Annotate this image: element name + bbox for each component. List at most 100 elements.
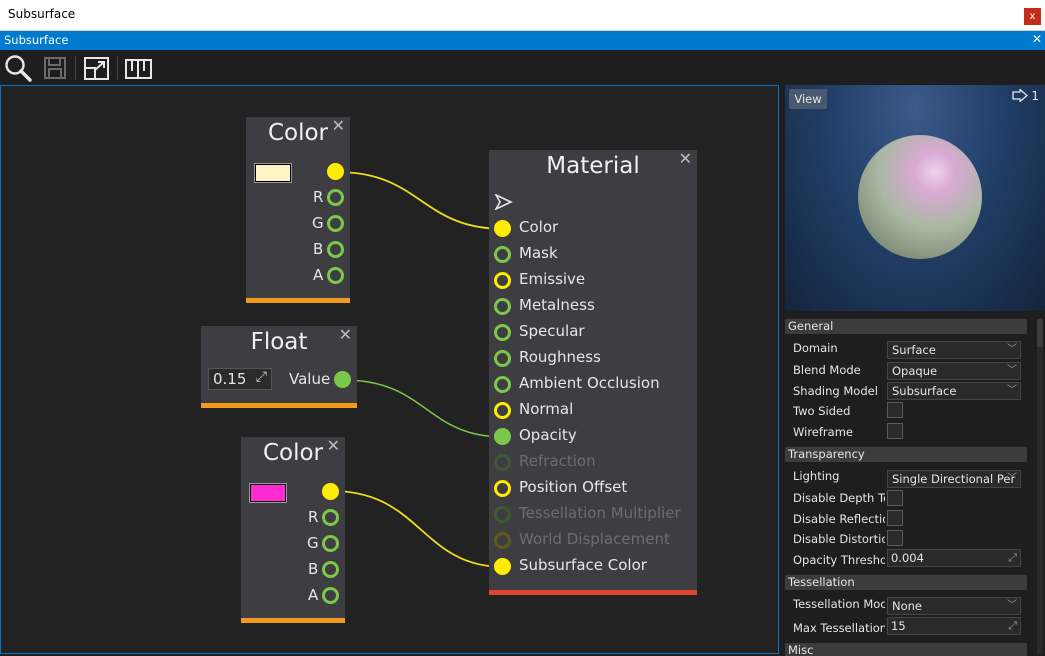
- wireframe-checkbox[interactable]: [887, 423, 903, 439]
- max-tessellation-value: 15: [891, 619, 906, 633]
- toolbar: [0, 50, 1045, 85]
- value-output-pin[interactable]: [334, 371, 351, 388]
- search-button[interactable]: [3, 53, 33, 83]
- edit-value-icon[interactable]: ⤢: [1008, 550, 1017, 566]
- material-preview[interactable]: View 1: [785, 85, 1045, 311]
- tab-subsurface[interactable]: Subsurface: [4, 33, 68, 47]
- exec-input-icon[interactable]: [495, 194, 513, 210]
- material-input-label: Subsurface Color: [519, 556, 647, 574]
- group-general-header[interactable]: General: [785, 319, 1027, 334]
- toolbar-separator: [117, 56, 118, 80]
- roughness-input-pin[interactable]: [494, 350, 511, 367]
- emissive-input-pin[interactable]: [494, 272, 511, 289]
- tessellation-mode-select[interactable]: None ﹀: [887, 597, 1021, 615]
- preview-sphere: [858, 135, 982, 259]
- refraction-input-pin[interactable]: [494, 454, 511, 471]
- r-output-pin[interactable]: [327, 189, 344, 206]
- b-output-pin[interactable]: [327, 241, 344, 258]
- node-status-bar: [201, 403, 357, 408]
- material-input-label: Metalness: [519, 296, 595, 314]
- material-input-label: Color: [519, 218, 559, 236]
- window-close-button[interactable]: x: [1024, 8, 1041, 25]
- edit-value-icon[interactable]: ⤢: [256, 369, 267, 385]
- link-float-to-material-opacity[interactable]: [343, 379, 505, 438]
- tessellation-multiplier-input-pin[interactable]: [494, 506, 511, 523]
- wireframe-label: Wireframe: [793, 425, 853, 439]
- color-swatch[interactable]: [254, 163, 292, 183]
- disable-depth-test-checkbox[interactable]: [887, 490, 903, 506]
- group-tessellation-header[interactable]: Tessellation: [785, 575, 1027, 590]
- ambient-occlusion-input-pin[interactable]: [494, 376, 511, 393]
- preview-count[interactable]: 1: [1011, 88, 1039, 103]
- edit-value-icon[interactable]: ⤢: [1008, 618, 1017, 634]
- window-title: Subsurface: [8, 7, 76, 21]
- material-input-label: Roughness: [519, 348, 601, 366]
- max-tessellation-input[interactable]: 15 ⤢: [887, 617, 1021, 635]
- world-displacement-input-pin[interactable]: [494, 532, 511, 549]
- disable-reflections-checkbox[interactable]: [887, 510, 903, 526]
- g-output-pin[interactable]: [322, 535, 339, 552]
- color-input-pin[interactable]: [494, 220, 511, 237]
- save-icon: [44, 57, 66, 79]
- float-node[interactable]: Float ✕ 0.15 ⤢ Value: [201, 325, 357, 408]
- documentation-button[interactable]: [124, 53, 154, 83]
- blend-mode-label: Blend Mode: [793, 363, 861, 377]
- mask-input-pin[interactable]: [494, 246, 511, 263]
- pin-label-b: B: [313, 240, 324, 258]
- node-close-icon[interactable]: ✕: [332, 116, 345, 135]
- node-status-bar: [241, 618, 345, 623]
- disable-reflections-label: Disable Reflectio: [793, 512, 885, 526]
- color-output-pin[interactable]: [322, 483, 339, 500]
- tab-close-icon[interactable]: ✕: [1032, 32, 1042, 46]
- color-output-pin[interactable]: [327, 163, 344, 180]
- view-button[interactable]: View: [789, 89, 827, 109]
- disable-distortion-checkbox[interactable]: [887, 530, 903, 546]
- normal-input-pin[interactable]: [494, 402, 511, 419]
- color-swatch[interactable]: [249, 483, 287, 503]
- material-node[interactable]: Material ✕ Color Mask Emissive Metalness Spe…: [489, 149, 697, 595]
- subsurface-color-input-pin[interactable]: [494, 558, 511, 575]
- node-close-icon[interactable]: ✕: [679, 149, 692, 168]
- opacity-input-pin[interactable]: [494, 428, 511, 445]
- float-value-input[interactable]: 0.15 ⤢: [208, 368, 272, 390]
- link-color2-to-material-subsurface[interactable]: [331, 490, 505, 568]
- node-graph-canvas[interactable]: Color ✕ R G B A Float ✕ 0.15 ⤢ Value Col…: [0, 85, 779, 654]
- arrow-right-icon: [1011, 88, 1028, 103]
- node-close-icon[interactable]: ✕: [339, 325, 352, 344]
- lighting-value: Single Directional Per: [892, 472, 1016, 486]
- b-output-pin[interactable]: [322, 561, 339, 578]
- r-output-pin[interactable]: [322, 509, 339, 526]
- g-output-pin[interactable]: [327, 215, 344, 232]
- position-offset-input-pin[interactable]: [494, 480, 511, 497]
- chevron-down-icon: ﹀: [1007, 344, 1017, 355]
- specular-input-pin[interactable]: [494, 324, 511, 341]
- fit-view-button[interactable]: [82, 53, 112, 83]
- group-transparency-header[interactable]: Transparency: [785, 447, 1027, 462]
- lighting-select[interactable]: Single Directional Per ﹀: [887, 470, 1021, 488]
- two-sided-checkbox[interactable]: [887, 402, 903, 418]
- group-misc-header[interactable]: Misc: [785, 643, 1027, 656]
- window-title-bar: Subsurface x: [0, 0, 1045, 31]
- blend-mode-select[interactable]: Opaque ﹀: [887, 362, 1021, 380]
- a-output-pin[interactable]: [327, 267, 344, 284]
- right-panel: View 1 General Domain Surface ﹀ Blend Mod…: [781, 85, 1045, 656]
- opacity-threshold-input[interactable]: 0.004 ⤢: [887, 549, 1021, 567]
- a-output-pin[interactable]: [322, 587, 339, 604]
- shading-model-select[interactable]: Subsurface ﹀: [887, 382, 1021, 400]
- save-button[interactable]: [40, 53, 70, 83]
- tessellation-mode-value: None: [892, 599, 923, 613]
- node-status-bar: [489, 590, 697, 595]
- properties-scrollbar[interactable]: [1037, 319, 1043, 654]
- link-color1-to-material-color[interactable]: [336, 171, 505, 230]
- color-node-1[interactable]: Color ✕ R G B A: [246, 116, 350, 303]
- two-sided-label: Two Sided: [793, 404, 851, 418]
- domain-select[interactable]: Surface ﹀: [887, 341, 1021, 359]
- shading-model-value: Subsurface: [892, 384, 957, 398]
- metalness-input-pin[interactable]: [494, 298, 511, 315]
- material-input-label: Position Offset: [519, 478, 628, 496]
- pin-label-value: Value: [289, 370, 331, 388]
- color-node-2[interactable]: Color ✕ R G B A: [241, 436, 345, 623]
- chevron-down-icon: ﹀: [1007, 600, 1017, 611]
- scrollbar-thumb[interactable]: [1037, 319, 1043, 347]
- node-close-icon[interactable]: ✕: [327, 436, 340, 455]
